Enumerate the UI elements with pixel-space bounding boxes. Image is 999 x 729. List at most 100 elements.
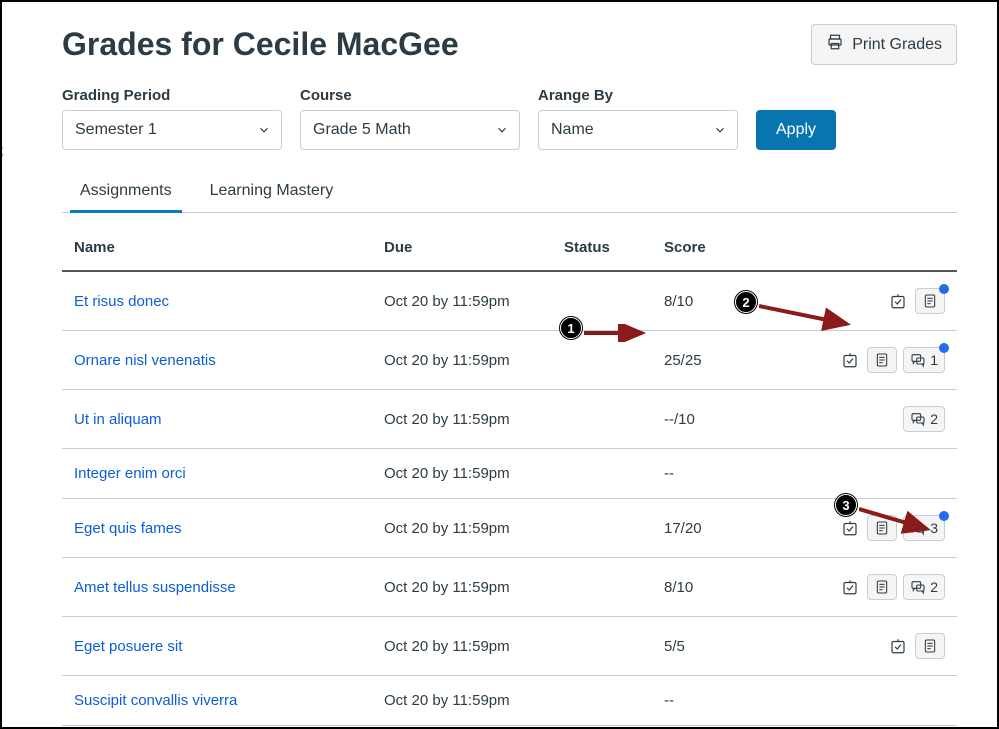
score-cell: --: [652, 676, 752, 726]
chevron-down-icon: [713, 123, 727, 137]
actions-cell: [752, 676, 957, 726]
course-group: Course Grade 5 Math: [300, 87, 520, 150]
col-header-actions: [752, 221, 957, 271]
col-header-name: Name: [62, 221, 372, 271]
submission-check-icon[interactable]: [839, 517, 861, 539]
grading-period-value: Semester 1: [75, 121, 157, 139]
due-date: Oct 20 by 11:59pm: [372, 617, 552, 676]
status-cell: [552, 271, 652, 331]
due-date: Oct 20 by 11:59pm: [372, 390, 552, 449]
chevron-down-icon: [257, 123, 271, 137]
unread-dot-icon: [939, 511, 949, 521]
stray-text: ;: [0, 142, 4, 158]
page-title: Grades for Cecile MacGee: [62, 26, 459, 63]
status-cell: [552, 449, 652, 499]
comments-button[interactable]: 2: [903, 406, 945, 432]
unread-dot-icon: [939, 284, 949, 294]
header: Grades for Cecile MacGee Print Grades: [62, 24, 957, 65]
comments-count: 2: [930, 411, 938, 427]
grading-period-select[interactable]: Semester 1: [62, 110, 282, 150]
rubric-button[interactable]: [915, 288, 945, 314]
submission-check-icon[interactable]: [887, 635, 909, 657]
rubric-button[interactable]: [915, 633, 945, 659]
actions-cell: [752, 271, 957, 331]
grading-period-group: Grading Period Semester 1: [62, 87, 282, 150]
comments-count: 3: [930, 520, 938, 536]
due-date: Oct 20 by 11:59pm: [372, 558, 552, 617]
print-grades-label: Print Grades: [852, 36, 942, 54]
col-header-score: Score: [652, 221, 752, 271]
rubric-button[interactable]: [867, 574, 897, 600]
col-header-status: Status: [552, 221, 652, 271]
arrange-by-label: Arange By: [538, 87, 738, 104]
score-cell: 5/5: [652, 617, 752, 676]
course-label: Course: [300, 87, 520, 104]
table-row: Integer enim orci Oct 20 by 11:59pm --: [62, 449, 957, 499]
arrange-by-select[interactable]: Name: [538, 110, 738, 150]
assignment-link[interactable]: Ornare nisl venenatis: [74, 352, 216, 369]
comments-count: 2: [930, 579, 938, 595]
tab-assignments[interactable]: Assignments: [74, 172, 178, 212]
assignment-link[interactable]: Amet tellus suspendisse: [74, 579, 236, 596]
table-header-row: Name Due Status Score: [62, 221, 957, 271]
chevron-down-icon: [495, 123, 509, 137]
actions-cell: 3: [752, 499, 957, 558]
table-row: Ut in aliquam Oct 20 by 11:59pm --/10 2: [62, 390, 957, 449]
status-cell: [552, 558, 652, 617]
actions-cell: 1: [752, 331, 957, 390]
due-date: Oct 20 by 11:59pm: [372, 676, 552, 726]
assignment-link[interactable]: Integer enim orci: [74, 465, 186, 482]
filters: Grading Period Semester 1 Course Grade 5…: [62, 87, 957, 150]
col-header-due: Due: [372, 221, 552, 271]
submission-check-icon[interactable]: [839, 576, 861, 598]
course-select[interactable]: Grade 5 Math: [300, 110, 520, 150]
status-cell: [552, 617, 652, 676]
actions-cell: [752, 617, 957, 676]
comments-count: 1: [930, 352, 938, 368]
assignment-link[interactable]: Eget posuere sit: [74, 638, 182, 655]
comments-button[interactable]: 1: [903, 347, 945, 373]
assignment-link[interactable]: Eget quis fames: [74, 520, 182, 537]
table-row: Eget posuere sit Oct 20 by 11:59pm 5/5: [62, 617, 957, 676]
rubric-button[interactable]: [867, 347, 897, 373]
due-date: Oct 20 by 11:59pm: [372, 449, 552, 499]
submission-check-icon[interactable]: [839, 349, 861, 371]
arrange-by-group: Arange By Name: [538, 87, 738, 150]
table-row: Amet tellus suspendisse Oct 20 by 11:59pm…: [62, 558, 957, 617]
submission-check-icon[interactable]: [887, 290, 909, 312]
apply-button[interactable]: Apply: [756, 110, 836, 150]
print-grades-button[interactable]: Print Grades: [811, 24, 957, 65]
comments-button[interactable]: 2: [903, 574, 945, 600]
grades-table: Name Due Status Score Et risus donec Oct …: [62, 221, 957, 726]
assignment-link[interactable]: Ut in aliquam: [74, 411, 162, 428]
status-cell: [552, 499, 652, 558]
status-cell: [552, 676, 652, 726]
table-row: Suscipit convallis viverra Oct 20 by 11:5…: [62, 676, 957, 726]
tab-learning-mastery[interactable]: Learning Mastery: [204, 172, 340, 212]
actions-cell: 2: [752, 390, 957, 449]
score-cell: 8/10: [652, 558, 752, 617]
score-cell: 8/10: [652, 271, 752, 331]
arrange-by-value: Name: [551, 121, 594, 139]
due-date: Oct 20 by 11:59pm: [372, 271, 552, 331]
tabs: Assignments Learning Mastery: [62, 172, 957, 213]
assignment-link[interactable]: Suscipit convallis viverra: [74, 692, 237, 709]
actions-cell: [752, 449, 957, 499]
due-date: Oct 20 by 11:59pm: [372, 499, 552, 558]
printer-icon: [826, 33, 844, 56]
grading-period-label: Grading Period: [62, 87, 282, 104]
unread-dot-icon: [939, 343, 949, 353]
table-row: Et risus donec Oct 20 by 11:59pm 8/10: [62, 271, 957, 331]
due-date: Oct 20 by 11:59pm: [372, 331, 552, 390]
score-cell: 17/20: [652, 499, 752, 558]
status-cell: [552, 331, 652, 390]
course-value: Grade 5 Math: [313, 121, 411, 139]
rubric-button[interactable]: [867, 515, 897, 541]
assignment-link[interactable]: Et risus donec: [74, 293, 169, 310]
score-cell: --: [652, 449, 752, 499]
status-cell: [552, 390, 652, 449]
comments-button[interactable]: 3: [903, 515, 945, 541]
score-cell: 25/25: [652, 331, 752, 390]
score-cell: --/10: [652, 390, 752, 449]
table-row: Ornare nisl venenatis Oct 20 by 11:59pm 25…: [62, 331, 957, 390]
